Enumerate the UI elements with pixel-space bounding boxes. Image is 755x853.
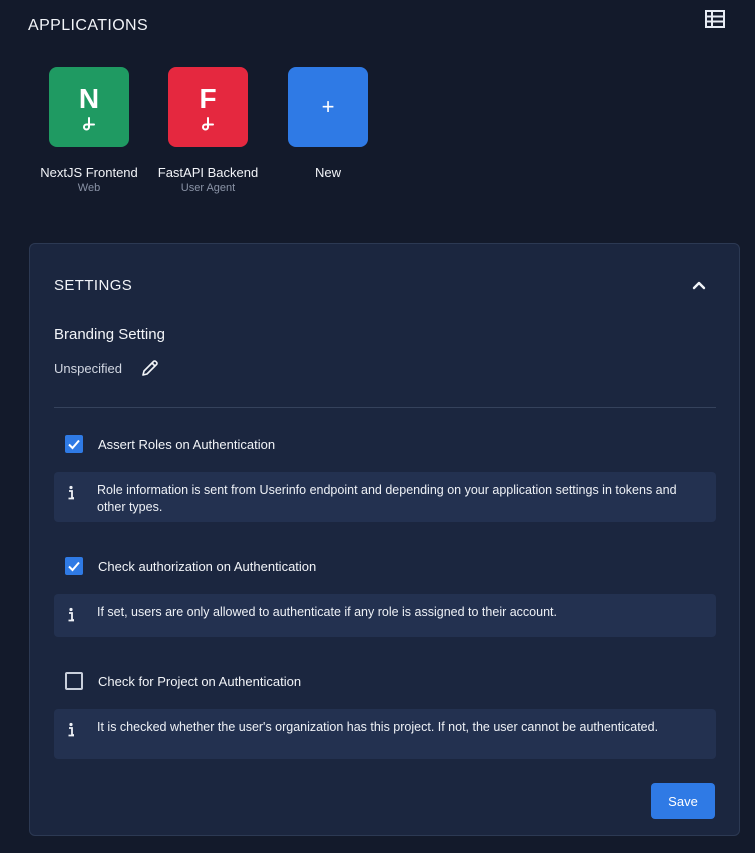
app-type: Web <box>77 182 101 194</box>
divider <box>54 407 716 408</box>
info-icon <box>68 722 74 737</box>
app-type: User Agent <box>180 182 236 194</box>
check-project-info: It is checked whether the user's organiz… <box>54 709 716 759</box>
check-authorization-info: If set, users are only allowed to authen… <box>54 594 716 637</box>
app-tile-fastapi-backend[interactable]: F FastAPI Backend User Agent <box>143 67 273 194</box>
assert-roles-info-text: Role information is sent from Userinfo e… <box>97 483 677 514</box>
plus-icon: + <box>288 67 368 147</box>
settings-title: SETTINGS <box>54 277 133 294</box>
check-project-label: Check for Project on Authentication <box>98 673 302 689</box>
applications-title: APPLICATIONS <box>28 17 149 34</box>
app-icon: N <box>49 67 129 147</box>
branding-setting-value: Unspecified <box>54 361 122 376</box>
check-authorization-checkbox[interactable] <box>65 557 83 575</box>
check-project-checkbox-row[interactable]: Check for Project on Authentication <box>65 671 301 691</box>
app-letter: N <box>78 83 100 114</box>
info-icon <box>68 607 74 622</box>
new-app-button[interactable]: + New <box>263 67 393 180</box>
plus-icon-glyph: + <box>321 94 335 119</box>
app-name: FastAPI Backend <box>157 165 259 180</box>
check-project-info-text: It is checked whether the user's organiz… <box>97 720 659 734</box>
check-authorization-label: Check authorization on Authentication <box>98 558 317 574</box>
app-letter: F <box>199 83 217 114</box>
app-name: New <box>314 165 341 180</box>
assert-roles-info: Role information is sent from Userinfo e… <box>54 472 716 522</box>
save-button[interactable]: Save <box>651 783 715 819</box>
pencil-icon[interactable] <box>140 358 160 378</box>
check-icon <box>68 561 80 572</box>
check-project-checkbox[interactable] <box>65 672 83 690</box>
assert-roles-label: Assert Roles on Authentication <box>98 436 276 452</box>
info-icon <box>68 485 74 500</box>
settings-card: SETTINGS Branding Setting Unspecified As… <box>29 243 740 836</box>
check-icon <box>68 439 80 450</box>
check-authorization-checkbox-row[interactable]: Check authorization on Authentication <box>65 556 316 576</box>
check-authorization-info-text: If set, users are only allowed to authen… <box>97 605 557 619</box>
oidc-app-icon <box>202 117 214 131</box>
app-icon: F <box>168 67 248 147</box>
branding-setting-label: Branding Setting <box>54 326 165 343</box>
chevron-up-icon[interactable] <box>690 276 708 294</box>
app-name: NextJS Frontend <box>40 165 138 180</box>
app-tile-nextjs-frontend[interactable]: N NextJS Frontend Web <box>24 67 154 194</box>
assert-roles-checkbox[interactable] <box>65 435 83 453</box>
oidc-app-icon <box>83 117 95 131</box>
table-list-icon[interactable] <box>705 10 725 28</box>
assert-roles-checkbox-row[interactable]: Assert Roles on Authentication <box>65 434 275 454</box>
